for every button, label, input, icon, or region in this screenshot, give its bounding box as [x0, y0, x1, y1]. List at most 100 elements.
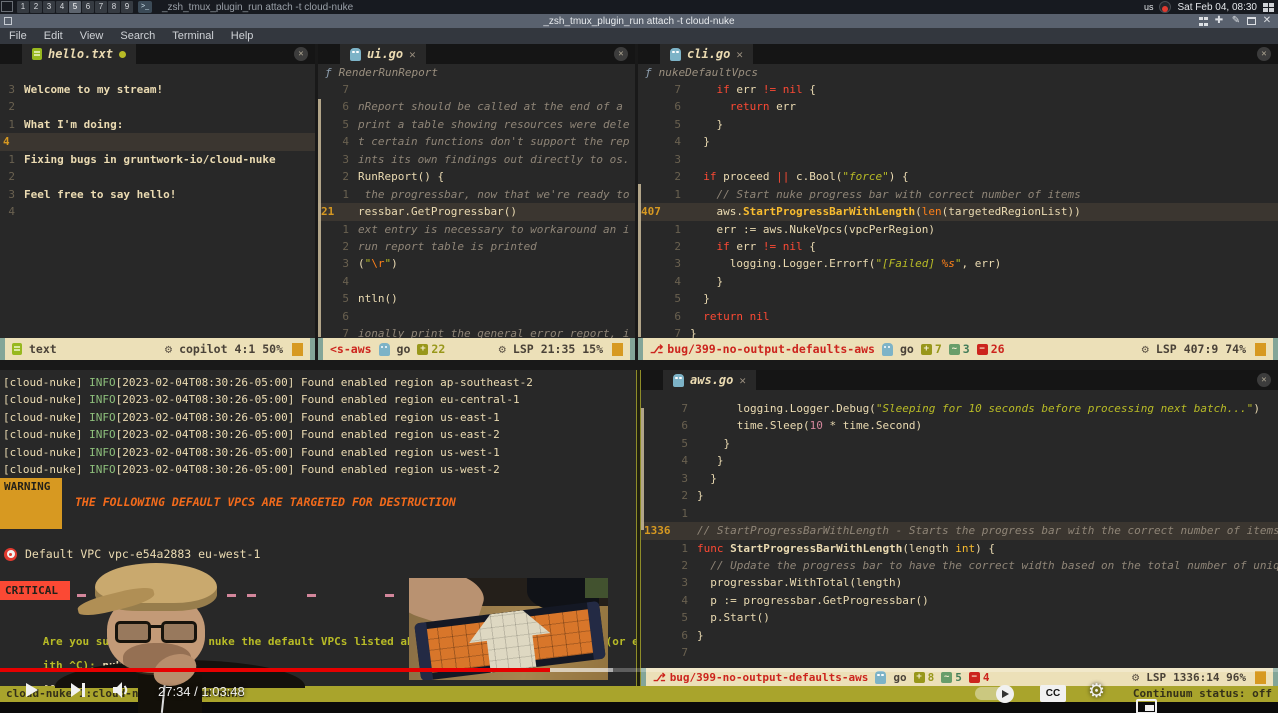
editor-content[interactable]: 3Welcome to my stream!21What I'm doing:4…: [0, 81, 315, 338]
livestream-screen: 1 2 3 4 5 6 7 8 9 >_ _zsh_tmux_plugin_ru…: [0, 0, 1278, 713]
cursor-position: 407:9 74%: [1184, 342, 1246, 356]
play-button[interactable]: [24, 682, 40, 698]
text-file-icon: [12, 343, 22, 355]
menu-help[interactable]: Help: [231, 30, 254, 42]
git-added-count: 7: [935, 342, 942, 356]
tab-cli-go[interactable]: cli.go ✕: [660, 44, 753, 64]
code-line: 6}: [641, 627, 1278, 644]
code-line: 4 }: [641, 452, 1278, 469]
code-line: 3 progressbar.WithTotal(length): [641, 574, 1278, 591]
go-icon: [882, 343, 893, 356]
taskbar-window-5[interactable]: 5: [69, 1, 81, 13]
code-line: 3Feel free to say hello!: [0, 186, 315, 203]
vpc-target-line: Default VPC vpc-e54a2883 eu-west-1: [4, 547, 260, 561]
code-line: 5ntln(): [318, 290, 635, 307]
keyboard-layout-indicator[interactable]: us: [1144, 2, 1154, 12]
pin-icon[interactable]: ✎: [1230, 15, 1242, 27]
code-line: 7 logging.Logger.Debug("Sleeping for 10 …: [641, 400, 1278, 417]
settings-gear-icon[interactable]: ⚙: [1088, 682, 1105, 701]
code-line: 7: [318, 81, 635, 98]
code-line: 1ext entry is necessary to workaround an…: [318, 221, 635, 238]
workspace-grid-icon[interactable]: [1263, 3, 1274, 12]
tabbar: cli.go ✕ ✕: [638, 44, 1278, 64]
statusbar-accent: [1255, 343, 1266, 356]
go-file-icon: [350, 48, 361, 61]
captions-button[interactable]: CC: [1040, 685, 1066, 702]
tabbar: hello.txt ✕: [0, 44, 315, 64]
tab-label: hello.txt: [48, 47, 113, 61]
menu-terminal[interactable]: Terminal: [172, 30, 214, 42]
go-file-icon: [673, 374, 684, 387]
taskbar-window-8[interactable]: 8: [108, 1, 120, 13]
tile-icon[interactable]: [1199, 15, 1208, 27]
editor-content[interactable]: 7 if err != nil {6 return err5 }4 }32 if…: [638, 81, 1278, 338]
pane-divider[interactable]: [0, 360, 1278, 370]
code-line: 6: [318, 308, 635, 325]
code-line: 4 }: [638, 133, 1278, 150]
code-line: 6 return nil: [638, 308, 1278, 325]
video-progress-bar[interactable]: [0, 668, 1278, 672]
glasses: [115, 621, 201, 645]
menu-view[interactable]: View: [80, 30, 104, 42]
pane-ui-go: ui.go ✕ ✕ ƒRenderRunReport 76nReport sho…: [318, 44, 635, 360]
target-icon: [4, 548, 17, 561]
pane-close-icon[interactable]: ✕: [1257, 373, 1271, 387]
code-line: 2 if proceed || c.Bool("force") {: [638, 168, 1278, 185]
code-line: 5 }: [638, 116, 1278, 133]
scrollbar[interactable]: [641, 408, 644, 530]
volume-icon[interactable]: [112, 681, 132, 699]
taskbar-window-9[interactable]: 9: [121, 1, 133, 13]
menu-edit[interactable]: Edit: [44, 30, 63, 42]
code-line: 5 }: [641, 435, 1278, 452]
menu-search[interactable]: Search: [120, 30, 155, 42]
code-line: 2: [0, 98, 315, 115]
tab-label: cli.go: [687, 47, 730, 61]
code-line: [cloud-nuke] INFO[2023-02-04T08:30:26-05…: [3, 461, 533, 478]
window-title: _zsh_tmux_plugin_run attach -t cloud-nuk…: [0, 16, 1278, 27]
scrollbar[interactable]: [638, 184, 641, 337]
code-line: 7ionally print the general error report,…: [318, 325, 635, 338]
code-line: 1 err := aws.NukeVpcs(vpcPerRegion): [638, 221, 1278, 238]
tab-close-icon[interactable]: ✕: [739, 374, 746, 387]
recorder-icon[interactable]: [1159, 1, 1171, 13]
code-line: 2}: [641, 487, 1278, 504]
next-button[interactable]: [70, 682, 87, 698]
statusbar: <s-aws go + 22 ⚙ LSP 21:35 15%: [318, 338, 635, 360]
pane-close-icon[interactable]: ✕: [1257, 47, 1271, 61]
editor-content[interactable]: 7 logging.Logger.Debug("Sleeping for 10 …: [641, 400, 1278, 668]
tab-aws-go[interactable]: aws.go ✕: [663, 370, 756, 390]
modified-dot-icon: [119, 51, 126, 58]
scrollbar[interactable]: [318, 99, 321, 337]
taskbar-window-4[interactable]: 4: [56, 1, 68, 13]
code-line: 2 if err != nil {: [638, 238, 1278, 255]
code-line: 4 p := progressbar.GetProgressbar(): [641, 592, 1278, 609]
close-button[interactable]: ✕: [1261, 15, 1273, 27]
taskbar-window-3[interactable]: 3: [43, 1, 55, 13]
video-played-bar: [0, 668, 550, 672]
taskbar-window-1[interactable]: 1: [17, 1, 29, 13]
tabbar: ui.go ✕ ✕: [318, 44, 635, 64]
go-icon: [379, 343, 390, 356]
tab-close-icon[interactable]: ✕: [409, 48, 416, 61]
tab-ui-go[interactable]: ui.go ✕: [340, 44, 426, 64]
pane-close-icon[interactable]: ✕: [614, 47, 628, 61]
keyboard-cam-overlay: [409, 578, 608, 680]
cursor-position: 4:1 50%: [235, 342, 283, 356]
terminal-launcher-icon[interactable]: >_: [138, 1, 152, 13]
menu-file[interactable]: File: [9, 30, 27, 42]
code-line: 5 p.Start(): [641, 609, 1278, 626]
terminal-log: [cloud-nuke] INFO[2023-02-04T08:30:26-05…: [3, 374, 533, 479]
move-icon[interactable]: ✚: [1213, 15, 1225, 27]
code-line: 1: [641, 505, 1278, 522]
miniplayer-button[interactable]: [1136, 699, 1157, 713]
taskbar-window-6[interactable]: 6: [82, 1, 94, 13]
taskbar-window-7[interactable]: 7: [95, 1, 107, 13]
tab-hello-txt[interactable]: hello.txt: [22, 44, 136, 64]
pane-close-icon[interactable]: ✕: [294, 47, 308, 61]
autoplay-toggle[interactable]: [975, 687, 1012, 700]
code-line: 4 }: [638, 273, 1278, 290]
maximize-button[interactable]: [1247, 17, 1256, 25]
tab-close-icon[interactable]: ✕: [736, 48, 743, 61]
taskbar-window-2[interactable]: 2: [30, 1, 42, 13]
editor-content[interactable]: 76nReport should be called at the end of…: [318, 81, 635, 338]
